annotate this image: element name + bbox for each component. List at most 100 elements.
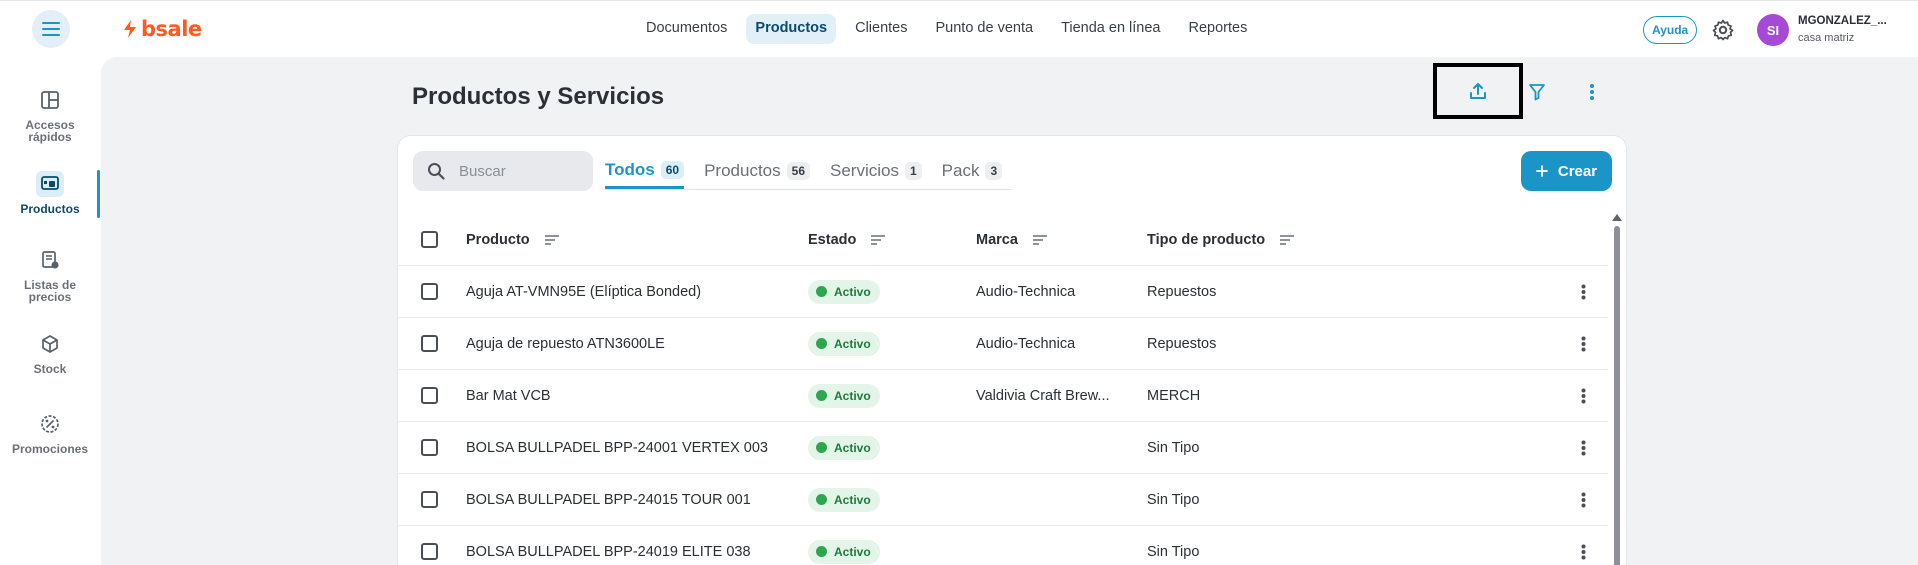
column-header-label: Marca bbox=[976, 231, 1018, 248]
row-checkbox[interactable] bbox=[421, 491, 438, 508]
cell-tipo: Sin Tipo bbox=[1147, 543, 1200, 560]
cell-tipo: Repuestos bbox=[1147, 335, 1217, 352]
gear-icon[interactable] bbox=[1711, 18, 1735, 42]
nav-reportes[interactable]: Reportes bbox=[1180, 14, 1257, 44]
scroll-up-arrow[interactable] bbox=[1612, 214, 1622, 221]
row-checkbox[interactable] bbox=[421, 439, 438, 456]
scrollbar-thumb[interactable] bbox=[1614, 226, 1620, 565]
bsale-logo[interactable]: bsale bbox=[122, 17, 202, 41]
more-vertical-icon bbox=[1581, 492, 1585, 507]
search-box[interactable] bbox=[413, 151, 593, 191]
more-vertical-icon bbox=[1581, 284, 1585, 299]
column-header-producto[interactable]: Producto bbox=[466, 232, 560, 248]
row-more-options-button[interactable] bbox=[1573, 488, 1593, 512]
table-row[interactable]: Bar Mat VCB Activo Valdivia Craft Brew..… bbox=[398, 370, 1608, 422]
cell-tipo: MERCH bbox=[1147, 387, 1201, 404]
row-more-options-button[interactable] bbox=[1573, 540, 1593, 564]
sort-icon bbox=[1280, 234, 1295, 245]
top-bar: bsale Documentos Productos Clientes Punt… bbox=[0, 0, 1918, 57]
row-more-options-button[interactable] bbox=[1573, 436, 1593, 460]
tab-servicios[interactable]: Servicios 1 bbox=[830, 156, 922, 186]
upload-icon bbox=[1470, 83, 1486, 99]
sidebar-item-label: Promociones bbox=[11, 442, 89, 456]
box-icon bbox=[37, 331, 63, 357]
main-content: Productos y Servicios Todos 60 Productos… bbox=[101, 57, 1918, 565]
user-branch: casa matriz bbox=[1798, 32, 1855, 44]
products-card: Todos 60 Productos 56 Servicios 1 Pack 3… bbox=[397, 135, 1627, 565]
column-header-marca[interactable]: Marca bbox=[976, 232, 1048, 248]
column-header-label: Producto bbox=[466, 231, 530, 248]
row-checkbox[interactable] bbox=[421, 335, 438, 352]
table-row[interactable]: BOLSA BULLPADEL BPP-24019 ELITE 038 Acti… bbox=[398, 526, 1608, 565]
bsale-logo-icon bbox=[124, 20, 136, 38]
tab-count-badge: 3 bbox=[985, 162, 1003, 180]
more-vertical-icon bbox=[1581, 440, 1585, 455]
column-header-label: Estado bbox=[808, 231, 857, 248]
row-more-options-button[interactable] bbox=[1573, 280, 1593, 304]
search-input[interactable] bbox=[459, 162, 579, 180]
tab-count-badge: 56 bbox=[786, 162, 810, 180]
sort-icon bbox=[544, 234, 559, 245]
tab-label: Pack bbox=[941, 161, 980, 180]
cell-producto: BOLSA BULLPADEL BPP-24019 ELITE 038 bbox=[466, 543, 751, 560]
column-header-label: Tipo de producto bbox=[1147, 231, 1266, 248]
table-row[interactable]: Aguja AT-VMN95E (Elíptica Bonded) Activo… bbox=[398, 266, 1608, 318]
sidebar-item-productos[interactable]: Productos bbox=[0, 171, 100, 215]
table-header-row: Producto Estado Marca Tipo de producto bbox=[398, 214, 1608, 266]
price-list-icon bbox=[37, 247, 63, 273]
nav-clientes[interactable]: Clientes bbox=[846, 14, 916, 44]
cell-producto: Aguja AT-VMN95E (Elíptica Bonded) bbox=[466, 283, 702, 300]
sidebar-item-label: Productos bbox=[20, 202, 80, 216]
status-badge: Activo bbox=[808, 435, 880, 460]
column-header-tipo-de-producto[interactable]: Tipo de producto bbox=[1147, 232, 1295, 248]
user-name[interactable]: MGONZALEZ_... bbox=[1798, 15, 1887, 27]
table-row[interactable]: Aguja de repuesto ATN3600LE Activo Audio… bbox=[398, 318, 1608, 370]
sidebar-item-label-2: rápidos bbox=[28, 130, 72, 144]
tab-pack[interactable]: Pack 3 bbox=[941, 156, 1003, 186]
tab-todos[interactable]: Todos 60 bbox=[605, 156, 685, 189]
status-dot bbox=[816, 442, 827, 453]
row-checkbox[interactable] bbox=[421, 543, 438, 560]
more-options-button[interactable] bbox=[1579, 79, 1605, 105]
sidebar-item-stock[interactable]: Stock bbox=[0, 331, 100, 375]
cell-tipo: Sin Tipo bbox=[1147, 491, 1200, 508]
tab-count-badge: 1 bbox=[904, 162, 922, 180]
row-more-options-button[interactable] bbox=[1573, 384, 1593, 408]
create-button[interactable]: Crear bbox=[1521, 151, 1612, 191]
row-checkbox[interactable] bbox=[421, 387, 438, 404]
table-row[interactable]: BOLSA BULLPADEL BPP-24001 VERTEX 003 Act… bbox=[398, 422, 1608, 474]
table-row[interactable]: BOLSA BULLPADEL BPP-24015 TOUR 001 Activ… bbox=[398, 474, 1608, 526]
column-header-estado[interactable]: Estado bbox=[808, 232, 886, 248]
tab-productos[interactable]: Productos 56 bbox=[704, 156, 810, 186]
tab-label: Todos bbox=[605, 159, 655, 179]
nav-documentos[interactable]: Documentos bbox=[637, 14, 736, 44]
sidebar-item-accesos-rapidos[interactable]: Accesos rápidos bbox=[0, 87, 100, 143]
sidebar-item-label-2: precios bbox=[28, 290, 72, 304]
sidebar-active-indicator bbox=[97, 170, 100, 218]
upload-button[interactable] bbox=[1433, 63, 1523, 119]
filter-button[interactable] bbox=[1524, 79, 1550, 105]
sidebar-item-promociones[interactable]: Promociones bbox=[0, 411, 100, 455]
row-checkbox[interactable] bbox=[421, 283, 438, 300]
plus-icon bbox=[1535, 165, 1548, 177]
nav-tienda-en-linea[interactable]: Tienda en línea bbox=[1052, 14, 1169, 44]
more-vertical-icon bbox=[1581, 336, 1585, 351]
avatar[interactable]: SI bbox=[1757, 14, 1789, 46]
sidebar-item-label: Stock bbox=[33, 362, 67, 376]
cell-tipo: Sin Tipo bbox=[1147, 439, 1200, 456]
status-badge: Activo bbox=[808, 279, 880, 304]
status-dot bbox=[816, 546, 827, 557]
nav-productos[interactable]: Productos bbox=[746, 14, 837, 44]
promo-icon bbox=[37, 411, 63, 437]
hamburger-menu-button[interactable] bbox=[32, 10, 70, 48]
grid-icon bbox=[37, 87, 63, 113]
sidebar: Accesos rápidos Productos Listas de prec… bbox=[0, 57, 100, 565]
sidebar-item-listas-de-precios[interactable]: Listas de precios bbox=[0, 247, 100, 303]
hamburger-icon bbox=[42, 22, 60, 36]
page-title: Productos y Servicios bbox=[412, 83, 665, 110]
nav-punto-de-venta[interactable]: Punto de venta bbox=[927, 14, 1043, 44]
row-more-options-button[interactable] bbox=[1573, 332, 1593, 356]
select-all-checkbox[interactable] bbox=[421, 231, 438, 248]
help-button[interactable]: Ayuda bbox=[1643, 16, 1698, 44]
sort-icon bbox=[1032, 234, 1047, 245]
